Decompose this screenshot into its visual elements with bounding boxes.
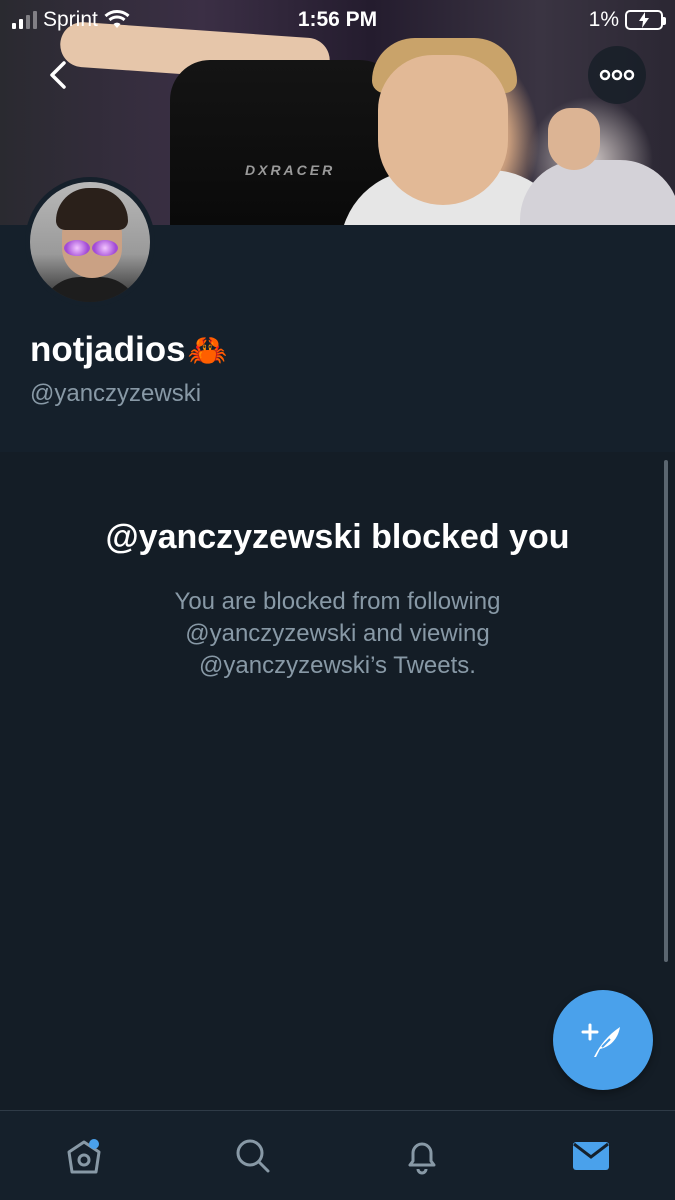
display-name-text: notjadios xyxy=(30,330,186,369)
battery-percent: 1% xyxy=(588,8,619,31)
status-left: Sprint xyxy=(12,8,130,32)
banner-chair-logo: DXRACER xyxy=(245,162,336,178)
status-right: 1% xyxy=(588,8,666,32)
banner-face-2 xyxy=(548,108,600,170)
display-name: notjadios 🦀 xyxy=(30,330,227,370)
tab-home[interactable] xyxy=(44,1121,124,1191)
tab-search[interactable] xyxy=(213,1121,293,1191)
chevron-left-icon xyxy=(50,61,66,89)
signal-strength-icon xyxy=(12,11,37,29)
blocked-description: You are blocked from following @yanczyze… xyxy=(174,588,501,679)
back-button[interactable] xyxy=(38,55,78,95)
avatar-photo xyxy=(30,182,150,302)
blocked-title: @yanczyzewski blocked you xyxy=(105,518,570,556)
home-notification-dot xyxy=(89,1138,100,1149)
avatar-hair xyxy=(56,188,128,230)
bell-icon xyxy=(408,1142,436,1174)
scrollbar[interactable] xyxy=(664,460,668,962)
search-icon xyxy=(236,1139,270,1172)
more-options-button[interactable] xyxy=(588,46,646,104)
profile-screen: DXRACER Sprint 1:56 PM 1% notjadios 🦀 @y… xyxy=(0,0,675,1200)
tab-notifications[interactable] xyxy=(382,1121,462,1191)
status-bar: Sprint 1:56 PM 1% xyxy=(0,0,675,40)
avatar[interactable] xyxy=(25,177,155,307)
compose-feather-icon xyxy=(581,1023,620,1057)
crab-emoji: 🦀 xyxy=(187,332,228,368)
avatar-flower-left xyxy=(64,240,90,256)
banner-shirt-2 xyxy=(520,160,675,225)
bottom-tab-bar xyxy=(0,1110,675,1200)
profile-handle: @yanczyzewski xyxy=(30,380,202,407)
compose-tweet-button[interactable] xyxy=(553,990,653,1090)
more-dots-icon xyxy=(599,69,635,81)
tab-messages[interactable] xyxy=(551,1121,631,1191)
avatar-flower-right xyxy=(92,240,118,256)
wifi-icon xyxy=(104,10,130,28)
battery-charging-icon xyxy=(625,10,666,30)
mail-icon xyxy=(572,1141,609,1170)
carrier-label: Sprint xyxy=(43,8,98,31)
avatar-shirt xyxy=(40,277,140,302)
banner-face xyxy=(378,55,508,205)
